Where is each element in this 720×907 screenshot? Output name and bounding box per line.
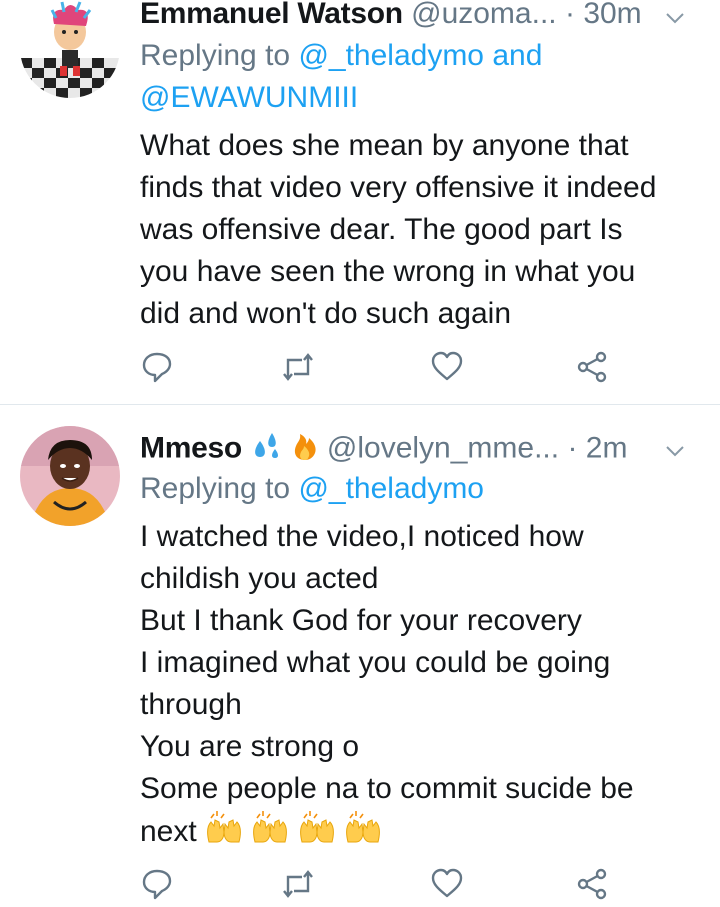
tweet-text-line: did and won't do such again — [140, 297, 512, 330]
tweet-text-fragment: next — [140, 814, 197, 848]
tweet-header: Emmanuel Watson @uzoma... · 30m — [140, 0, 700, 32]
tweet-card[interactable]: Emmanuel Watson @uzoma... · 30m Replying… — [0, 0, 720, 404]
share-icon[interactable] — [575, 867, 615, 907]
display-name[interactable]: Mmeso — [140, 431, 242, 464]
raising-hands-emoji — [298, 810, 336, 856]
raising-hands-emoji — [251, 810, 289, 856]
reply-icon[interactable] — [140, 350, 180, 390]
separator-dot: · — [567, 431, 578, 465]
tweet-card[interactable]: Mmeso @lovelyn_mme... · 2m Replying to @… — [0, 405, 720, 900]
fire-emoji — [291, 429, 319, 470]
tweet-text: I watched the video,I noticed how childi… — [140, 516, 700, 856]
like-icon[interactable] — [430, 867, 470, 907]
replying-to-label: Replying to — [140, 39, 291, 72]
tweet-text-line: finds that video very offensive it indee… — [140, 171, 657, 204]
like-icon[interactable] — [430, 350, 470, 390]
avatar[interactable] — [20, 0, 120, 98]
tweet-text-line: next — [140, 810, 700, 856]
tweet-text-line: What does she mean by anyone that — [140, 129, 629, 162]
tweet-actions — [140, 350, 640, 390]
share-icon[interactable] — [575, 350, 615, 390]
mention-and[interactable]: and — [492, 39, 542, 72]
sweat-droplets-emoji — [250, 429, 282, 470]
tweet-text-line: Some people na to commit sucide be — [140, 772, 634, 805]
tweet-text-line: childish you acted — [140, 562, 379, 595]
raising-hands-emoji — [344, 810, 382, 856]
timestamp[interactable]: 2m — [586, 431, 628, 464]
tweet-text-line: through — [140, 688, 242, 721]
separator-dot: · — [564, 0, 575, 30]
avatar[interactable] — [20, 426, 120, 526]
retweet-icon[interactable] — [280, 350, 320, 390]
raising-hands-emoji — [205, 810, 243, 856]
replying-to-label: Replying to — [140, 472, 291, 505]
timestamp[interactable]: 30m — [583, 0, 641, 30]
tweet-text-line: you have seen the wrong in what you — [140, 255, 636, 288]
retweet-icon[interactable] — [280, 867, 320, 907]
replying-to: Replying to @_theladymo and @EWAWUNMIII — [140, 35, 542, 119]
tweet-text-line: I imagined what you could be going — [140, 646, 611, 679]
tweet-text-line: was offensive dear. The good part Is — [140, 213, 623, 246]
tweet-text-line: But I thank God for your recovery — [140, 604, 582, 637]
tweet-actions — [140, 867, 640, 907]
user-handle[interactable]: @uzoma... — [411, 0, 557, 30]
display-name[interactable]: Emmanuel Watson — [140, 0, 403, 30]
reply-icon[interactable] — [140, 867, 180, 907]
tweet-text: What does she mean by anyone that finds … — [140, 125, 700, 335]
tweet-text-line: You are strong o — [140, 730, 360, 763]
mention-link[interactable]: @EWAWUNMIII — [140, 81, 358, 114]
chevron-down-icon[interactable] — [664, 435, 686, 471]
tweet-text-line: I watched the video,I noticed how — [140, 520, 584, 553]
chevron-down-icon[interactable] — [664, 2, 686, 38]
mention-link[interactable]: @_theladymo — [298, 39, 484, 72]
user-handle[interactable]: @lovelyn_mme... — [327, 431, 559, 464]
replying-to: Replying to @_theladymo — [140, 468, 484, 510]
tweet-header: Mmeso @lovelyn_mme... · 2m — [140, 429, 700, 465]
mention-link[interactable]: @_theladymo — [298, 472, 484, 505]
